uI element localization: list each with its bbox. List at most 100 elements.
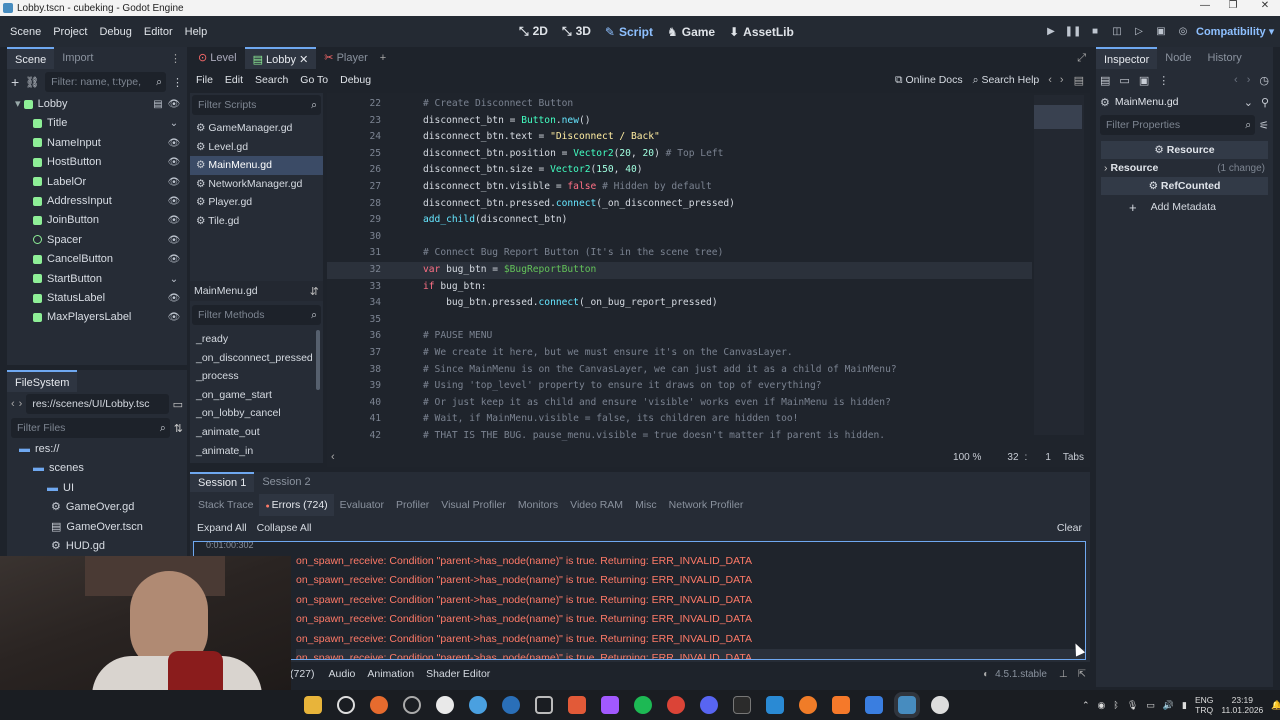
cube-app-icon[interactable] <box>534 696 553 714</box>
tree-icon[interactable]: ⚲ <box>1261 96 1269 109</box>
menu-debug[interactable]: Debug <box>93 26 137 38</box>
expand-panel-icon[interactable]: ⇱ <box>1078 669 1086 680</box>
history-back-icon[interactable]: ‹ <box>1234 74 1238 86</box>
code-line[interactable]: 24 disconnect_btn.text = "Disconnect / Ba… <box>327 129 1032 146</box>
minimap-viewport[interactable] <box>1034 105 1082 129</box>
pin-icon[interactable]: ⊥ <box>1059 669 1068 680</box>
tray-up-icon[interactable]: ⌃ <box>1082 700 1090 711</box>
tray-app-icon[interactable]: ◉ <box>1098 700 1106 711</box>
add-node-icon[interactable]: + <box>11 74 19 90</box>
code-line[interactable]: 22 # Create Disconnect Button <box>327 96 1032 113</box>
maximize-icon[interactable]: ❐ <box>1218 0 1248 11</box>
vscode-icon[interactable] <box>765 696 784 714</box>
cloud-icon[interactable] <box>798 696 817 714</box>
method-item[interactable]: _on_disconnect_pressed <box>190 349 316 368</box>
debugger-tab-network-profiler[interactable]: Network Profiler <box>663 499 750 511</box>
tab-scene[interactable]: Scene <box>7 47 55 69</box>
scene-node-hostbutton[interactable]: HostButton 👁 <box>15 153 181 172</box>
workspace-3d[interactable]: ⤡ 3D <box>555 24 598 39</box>
fs-item-scenes[interactable]: ▬ scenes <box>13 459 187 478</box>
code-line[interactable]: 23 disconnect_btn = Button.new() <box>327 113 1032 130</box>
code-line[interactable]: 27 disconnect_btn.visible = false # Hidde… <box>327 179 1032 196</box>
error-row[interactable]: on_spawn_receive: Condition "parent->has… <box>296 610 1085 629</box>
battery-icon[interactable]: ▮ <box>1182 700 1187 711</box>
script-item-gamemanager-gd[interactable]: ⚙ GameManager.gd <box>190 119 323 138</box>
layout-icon[interactable]: ▭ <box>173 398 183 411</box>
menu-scene[interactable]: Scene <box>4 26 47 38</box>
debugger-tab-stack-trace[interactable]: Stack Trace <box>192 499 259 511</box>
tab-session-1[interactable]: Session 1 <box>190 472 255 492</box>
error-row[interactable]: on_spawn_receive: Condition "parent->has… <box>296 552 1085 571</box>
scene-node-joinbutton[interactable]: JoinButton 👁 <box>15 211 181 230</box>
script-item-tile-gd[interactable]: ⚙ Tile.gd <box>190 212 323 231</box>
sort-icon[interactable]: ⇅ <box>174 422 183 435</box>
code-line[interactable]: 41 # Wait, if MainMenu.visible = false, i… <box>327 411 1032 428</box>
filter-properties-input[interactable]: Filter Properties ⌕ <box>1100 115 1256 135</box>
language-indicator[interactable]: ENG TRQ <box>1195 695 1213 715</box>
object-history-icon[interactable]: ◷ <box>1259 74 1269 87</box>
code-line[interactable]: 37 # We create it here, but we must ensur… <box>327 345 1032 362</box>
collapse-all-button[interactable]: Collapse All <box>254 522 315 534</box>
code-line[interactable]: 34 bug_btn.pressed.connect(_on_bug_repor… <box>327 295 1032 312</box>
indent-mode[interactable]: Tabs <box>1063 452 1084 463</box>
debugger-tab-visual-profiler[interactable]: Visual Profiler <box>435 499 512 511</box>
visibility-icon[interactable]: 👁 <box>167 173 181 192</box>
code-line[interactable]: 26 disconnect_btn.size = Vector2(150, 40) <box>327 162 1032 179</box>
scene-node-title[interactable]: Title ⌄ <box>15 114 181 133</box>
scene-node-cancelbutton[interactable]: CancelButton 👁 <box>15 250 181 269</box>
expand-all-button[interactable]: Expand All <box>194 522 250 534</box>
code-line[interactable]: 25 disconnect_btn.position = Vector2(20, … <box>327 146 1032 163</box>
distraction-free-icon[interactable]: ⤢ <box>1077 52 1086 65</box>
pause-icon[interactable]: ❚❚ <box>1062 26 1084 37</box>
menu-help[interactable]: Help <box>179 26 214 38</box>
tab-session-2[interactable]: Session 2 <box>254 472 318 492</box>
visibility-icon[interactable]: 👁 <box>167 211 181 230</box>
debugger-tab-profiler[interactable]: Profiler <box>390 499 435 511</box>
visibility-icon[interactable]: 👁 <box>167 192 181 211</box>
new-resource-icon[interactable]: ▤ <box>1100 74 1110 87</box>
output-count[interactable]: (727) <box>290 668 315 680</box>
script-icon[interactable]: ▤ <box>151 95 165 114</box>
error-row[interactable]: on_spawn_receive: Condition "parent->has… <box>296 648 1085 659</box>
firefox-icon[interactable] <box>369 696 388 714</box>
script-item-mainmenu-gd[interactable]: ⚙ MainMenu.gd <box>190 156 323 175</box>
close-icon[interactable]: ✕ <box>1250 0 1280 11</box>
add-metadata-button[interactable]: + Add Metadata <box>1101 198 1268 216</box>
code-line[interactable]: 36 # PAUSE MENU <box>327 328 1032 345</box>
figma-icon[interactable] <box>600 696 619 714</box>
photos-icon[interactable] <box>435 696 454 714</box>
code-line[interactable]: 32 var bug_btn = $BugReportButton <box>327 261 1032 279</box>
arc-icon[interactable] <box>864 696 883 714</box>
visibility-icon[interactable]: 👁 <box>167 95 181 114</box>
search-help-button[interactable]: ⌕ Search Help <box>968 74 1045 87</box>
debugger-tab-misc[interactable]: Misc <box>629 499 663 511</box>
open-folder-icon[interactable]: ▭ <box>1119 74 1129 87</box>
scene-filter-input[interactable]: Filter: name, t:type, ⌕ <box>45 72 166 92</box>
scene-node-maxplayerslabel[interactable]: MaxPlayersLabel 👁 <box>15 308 181 327</box>
tab-audio[interactable]: Audio <box>323 668 362 680</box>
fs-item-hud-gd[interactable]: ⚙ HUD.gd <box>13 537 187 556</box>
script-menu-debug[interactable]: Debug <box>334 74 377 86</box>
method-item[interactable]: _on_game_start <box>190 386 316 405</box>
clock-app-icon[interactable] <box>336 696 355 714</box>
affinity-icon[interactable] <box>567 696 586 714</box>
scene-tab-level[interactable]: ⊙ Level <box>190 47 245 69</box>
blender-icon[interactable] <box>831 696 850 714</box>
collapse-left-icon[interactable]: ‹ <box>331 451 335 463</box>
method-scrollbar[interactable] <box>316 330 320 390</box>
visibility-icon[interactable]: 👁 <box>167 153 181 172</box>
script-menu-search[interactable]: Search <box>249 74 294 86</box>
prev-script-icon[interactable]: ‹ <box>1044 74 1056 86</box>
error-row[interactable]: on_spawn_receive: Condition "parent->has… <box>296 571 1085 590</box>
clear-button[interactable]: Clear <box>1053 522 1086 534</box>
next-script-icon[interactable]: › <box>1056 74 1068 86</box>
chevron-down-icon[interactable]: ⌄ <box>167 270 181 289</box>
code-line[interactable]: 29 add_child(disconnect_btn) <box>327 212 1032 229</box>
debugger-tab-monitors[interactable]: Monitors <box>512 499 564 511</box>
movie-maker-icon[interactable]: ◎ <box>1172 26 1194 37</box>
method-item[interactable]: _animate_in <box>190 442 316 458</box>
toggle-panel-icon[interactable]: ▤ <box>1068 74 1090 87</box>
code-line[interactable]: 38 # Since MainMenu is on the CanvasLayer… <box>327 362 1032 379</box>
discord-icon[interactable] <box>699 696 718 714</box>
spotify-icon[interactable] <box>633 696 652 714</box>
